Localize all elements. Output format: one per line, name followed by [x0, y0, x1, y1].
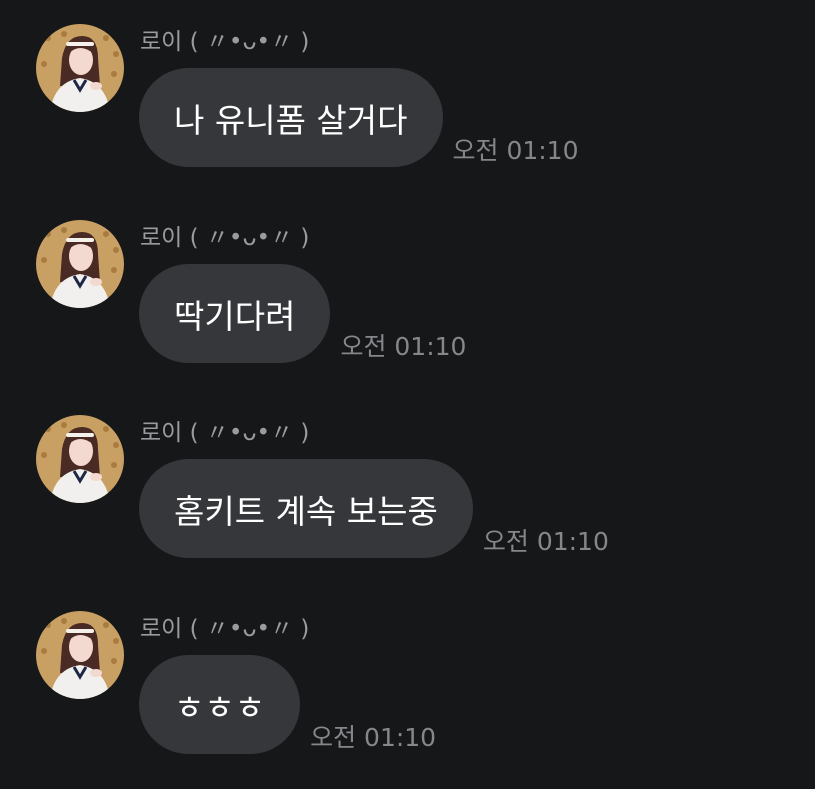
message-timestamp: 오전 01:10 [340, 332, 467, 361]
avatar-image [36, 611, 124, 699]
message-row: 나 유니폼 살거다 오전 01:10 [139, 68, 579, 167]
message-timestamp: 오전 01:10 [482, 527, 609, 556]
message-timestamp: 오전 01:10 [310, 723, 437, 752]
avatar[interactable] [36, 24, 124, 112]
message-group: 로이 ( 〃•ᴗ•〃 ) ㅎㅎㅎ 오전 01:10 [0, 609, 815, 789]
message-group: 로이 ( 〃•ᴗ•〃 ) 딱기다려 오전 01:10 [0, 218, 815, 398]
avatar-image [36, 24, 124, 112]
avatar-image [36, 220, 124, 308]
message-bubble[interactable]: 나 유니폼 살거다 [139, 68, 443, 167]
avatar-image [36, 415, 124, 503]
message-row: 홈키트 계속 보는중 오전 01:10 [139, 459, 609, 558]
message-row: 딱기다려 오전 01:10 [139, 264, 466, 363]
message-group: 로이 ( 〃•ᴗ•〃 ) 나 유니폼 살거다 오전 01:10 [0, 22, 815, 202]
chat-message-list: 로이 ( 〃•ᴗ•〃 ) 나 유니폼 살거다 오전 01:10 로이 (〃•ᴗ… [0, 0, 815, 789]
message-group: 로이 ( 〃•ᴗ•〃 ) 홈키트 계속 보는중 오전 01:10 [0, 413, 815, 593]
message-timestamp: 오전 01:10 [452, 136, 579, 165]
sender-name: 로이 ( 〃•ᴗ•〃 ) [140, 225, 310, 251]
message-bubble[interactable]: 딱기다려 [139, 264, 331, 363]
message-bubble[interactable]: ㅎㅎㅎ [139, 655, 301, 754]
sender-name: 로이 ( 〃•ᴗ•〃 ) [140, 616, 310, 642]
sender-name: 로이 ( 〃•ᴗ•〃 ) [140, 420, 310, 446]
avatar[interactable] [36, 220, 124, 308]
message-bubble[interactable]: 홈키트 계속 보는중 [139, 459, 473, 558]
message-row: ㅎㅎㅎ 오전 01:10 [139, 655, 436, 754]
avatar[interactable] [36, 415, 124, 503]
avatar[interactable] [36, 611, 124, 699]
sender-name: 로이 ( 〃•ᴗ•〃 ) [140, 29, 310, 55]
